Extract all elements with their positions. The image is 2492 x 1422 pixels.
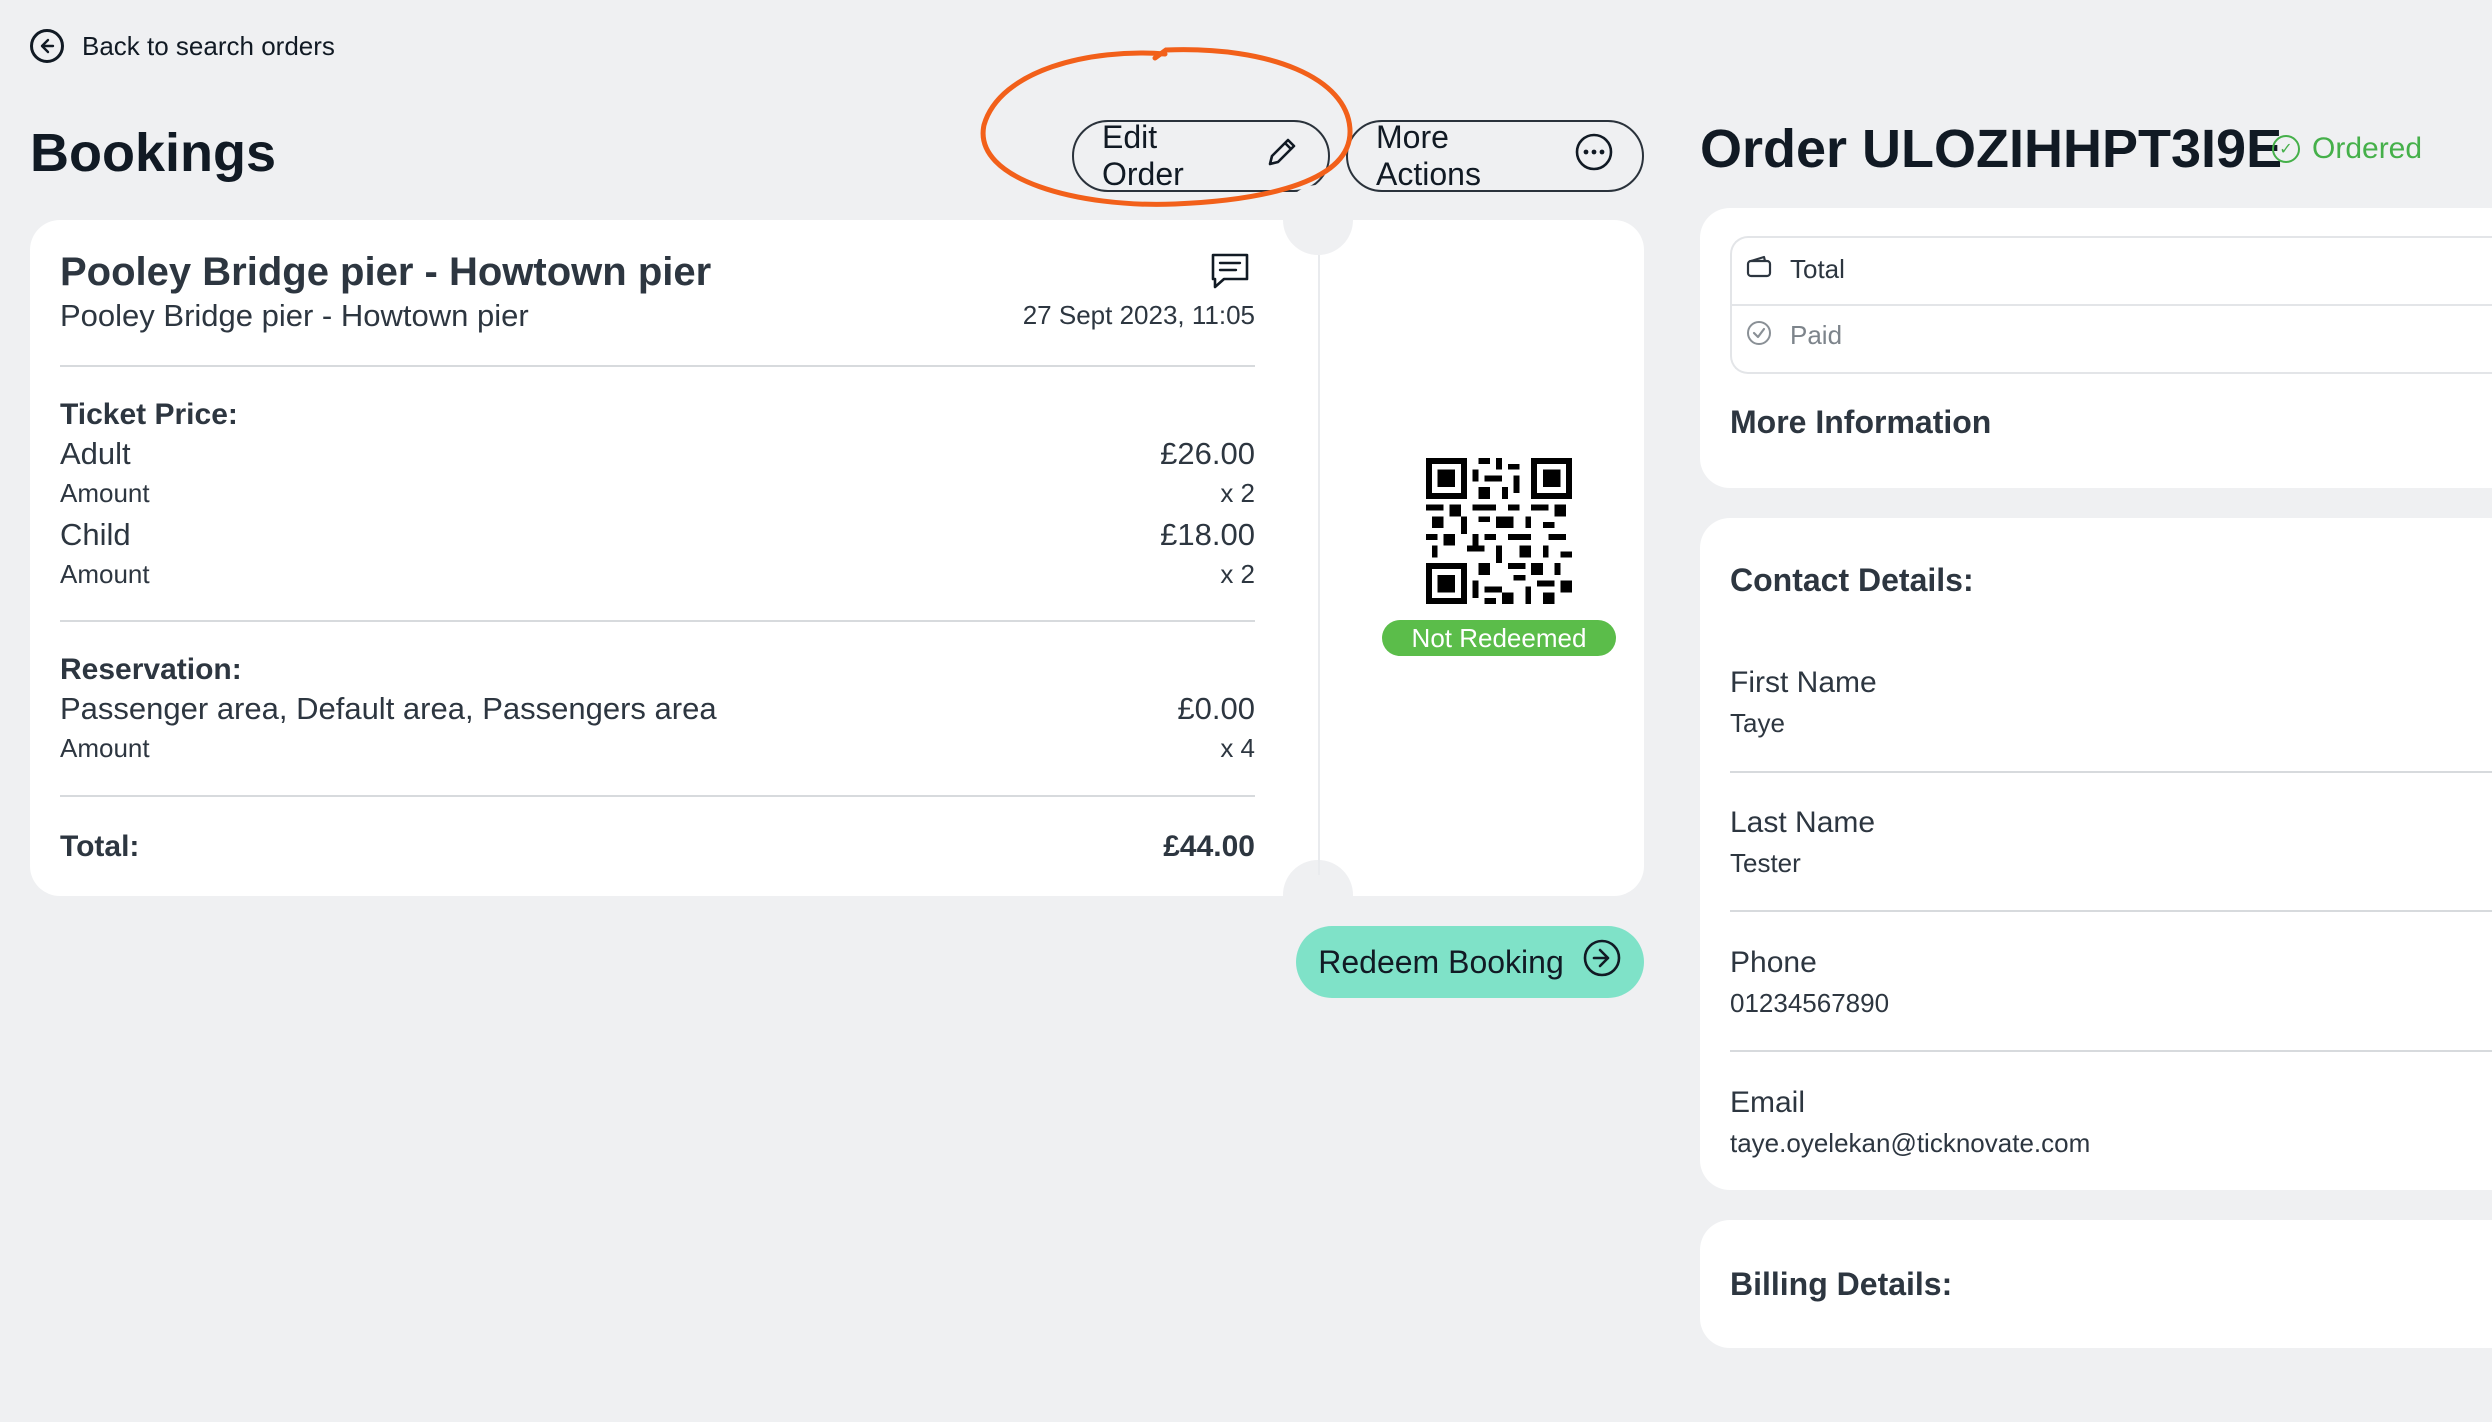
ticket-price-child: £18.00 [1160,517,1255,552]
more-information-heading[interactable]: More Information [1730,404,1991,441]
status-badge: Not Redeemed [1382,620,1616,656]
divider [1730,1050,2492,1052]
more-actions-button[interactable]: More Actions [1346,119,1644,192]
check-circle-icon: ✓ [2272,135,2300,163]
divider [60,365,1255,367]
amount-label: Amount [60,559,150,589]
paid-label: Paid [1790,320,1843,350]
contact-details-panel [1700,518,2492,1190]
total-row: Total [1746,254,1845,285]
phone-value: 01234567890 [1730,988,1890,1018]
ticket-qty-child: x 2 [1220,559,1255,589]
qr-code [1426,458,1572,604]
comment-icon[interactable] [1210,252,1250,295]
ticket-divider [1318,255,1320,875]
booking-datetime: 27 Sept 2023, 11:05 [1022,300,1255,330]
order-status-label: Ordered [2312,132,2423,165]
total-label: Total [1790,254,1845,284]
last-name-label: Last Name [1730,806,1876,839]
check-circle-icon [1746,320,1772,351]
amount-label: Amount [60,733,150,763]
first-name-label: First Name [1730,666,1877,699]
divider [1730,771,2492,773]
contact-details-heading: Contact Details: [1730,562,1974,598]
ellipsis-circle-icon [1574,132,1614,180]
booking-subtitle: Pooley Bridge pier - Howtown pier [60,298,529,333]
total-label: Total: [60,830,140,863]
ticket-price-label: Ticket Price: [60,398,238,431]
divider [1730,910,2492,912]
phone-label: Phone [1730,946,1817,979]
reservation-qty: x 4 [1220,733,1255,763]
first-name-value: Taye [1730,708,1785,738]
total-value: £44.00 [1163,830,1255,863]
ticket-name-adult: Adult [60,436,131,471]
reservation-name: Passenger area, Default area, Passengers… [60,691,717,726]
billing-details-heading: Billing Details: [1730,1266,1953,1302]
page-title: Bookings [30,123,277,183]
last-name-value: Tester [1730,848,1801,878]
back-link-label: Back to search orders [82,30,335,61]
order-title: Order ULOZIHHPT3I9E [1700,119,2283,179]
arrow-left-circle-icon [30,29,64,63]
wallet-icon [1746,255,1772,284]
email-value: taye.oyelekan@ticknovate.com [1730,1128,2091,1158]
ticket-name-child: Child [60,517,131,552]
paid-row: Paid [1746,320,1842,351]
divider [1730,304,2492,306]
ticket-notch-top [1283,185,1353,255]
redeem-booking-button[interactable]: Redeem Booking [1296,926,1644,998]
order-status: ✓ Ordered [2272,132,2422,166]
ticket-qty-adult: x 2 [1220,478,1255,508]
reservation-price: £0.00 [1177,691,1255,726]
arrow-right-circle-icon [1582,938,1622,986]
amount-label: Amount [60,478,150,508]
ticket-price-adult: £26.00 [1160,436,1255,471]
email-label: Email [1730,1086,1806,1119]
reservation-label: Reservation: [60,653,242,686]
divider [60,795,1255,797]
redeem-label: Redeem Booking [1318,943,1564,980]
booking-title: Pooley Bridge pier - Howtown pier [60,250,712,294]
back-to-search-link[interactable]: Back to search orders [30,26,335,66]
divider [60,620,1255,622]
more-actions-label: More Actions [1376,119,1481,192]
